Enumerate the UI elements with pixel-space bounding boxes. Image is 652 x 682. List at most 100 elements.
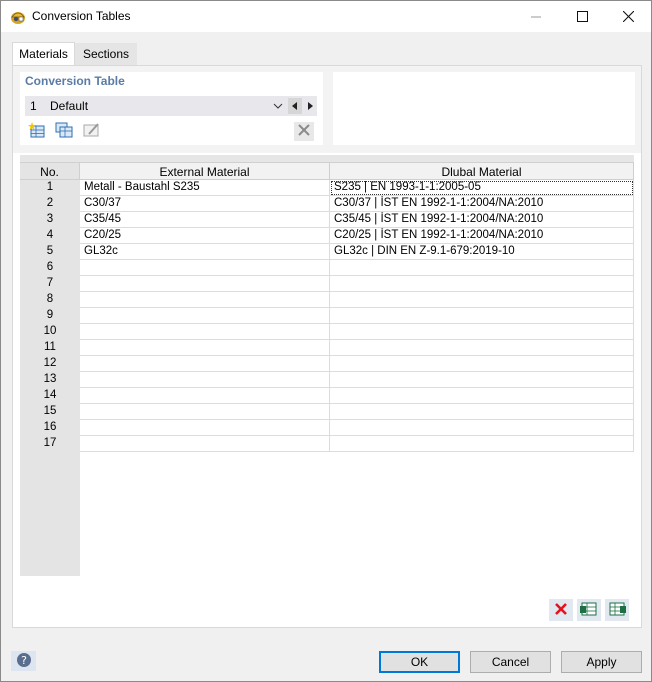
row-number: 14: [20, 388, 80, 404]
header-dlubal-material[interactable]: Dlubal Material: [330, 163, 634, 180]
table-row[interactable]: 11: [20, 340, 634, 356]
delete-rows-button[interactable]: [549, 599, 573, 621]
header-external-material[interactable]: External Material: [80, 163, 330, 180]
table-row[interactable]: 1 Metall - Baustahl S235 S235 | EN 1993-1-…: [20, 180, 634, 196]
row-number: 3: [20, 212, 80, 228]
row-number: 2: [20, 196, 80, 212]
external-material-cell[interactable]: [80, 276, 330, 292]
minimize-button[interactable]: [513, 1, 559, 32]
table-row[interactable]: 2 C30/37 C30/37 | ÍST EN 1992-1-1:2004/NA:…: [20, 196, 634, 212]
grid-top-bar: [20, 155, 634, 163]
dlubal-material-cell[interactable]: [330, 356, 634, 372]
dlubal-material-cell[interactable]: [330, 404, 634, 420]
cancel-button[interactable]: Cancel: [470, 651, 551, 673]
external-material-cell[interactable]: [80, 436, 330, 452]
import-excel-button[interactable]: [577, 599, 601, 621]
external-material-cell[interactable]: [80, 356, 330, 372]
window-title: Conversion Tables: [32, 9, 131, 23]
external-material-cell[interactable]: [80, 420, 330, 436]
row-number: 7: [20, 276, 80, 292]
external-material-cell[interactable]: [80, 308, 330, 324]
external-material-cell[interactable]: [80, 372, 330, 388]
table-row[interactable]: 12: [20, 356, 634, 372]
dlubal-material-cell[interactable]: C35/45 | ÍST EN 1992-1-1:2004/NA:2010: [330, 212, 634, 228]
row-number: 11: [20, 340, 80, 356]
table-row[interactable]: 6: [20, 260, 634, 276]
export-excel-button[interactable]: [605, 599, 629, 621]
rfem-helmet-icon: [10, 8, 26, 25]
external-material-cell[interactable]: C30/37: [80, 196, 330, 212]
table-row[interactable]: 7: [20, 276, 634, 292]
new-table-icon: [28, 122, 46, 141]
dlubal-material-cell[interactable]: [330, 260, 634, 276]
tab-sections[interactable]: Sections: [75, 43, 137, 65]
ok-button[interactable]: OK: [379, 651, 460, 673]
dlubal-material-cell[interactable]: [330, 388, 634, 404]
materials-panel: Conversion Table 1 Default No. External …: [12, 65, 642, 628]
help-icon: ?: [16, 652, 32, 671]
help-button[interactable]: ?: [11, 651, 36, 671]
row-number: 6: [20, 260, 80, 276]
apply-button[interactable]: Apply: [561, 651, 642, 673]
dlubal-material-cell[interactable]: C30/37 | ÍST EN 1992-1-1:2004/NA:2010: [330, 196, 634, 212]
dlubal-material-cell[interactable]: C20/25 | ÍST EN 1992-1-1:2004/NA:2010: [330, 228, 634, 244]
chevron-down-icon[interactable]: [271, 99, 285, 113]
dlubal-material-cell[interactable]: GL32c | DIN EN Z-9.1-679:2019-10: [330, 244, 634, 260]
next-table-button[interactable]: [303, 98, 317, 114]
table-row[interactable]: 14: [20, 388, 634, 404]
external-material-cell[interactable]: [80, 324, 330, 340]
external-material-cell[interactable]: [80, 388, 330, 404]
import-excel-icon: [580, 601, 598, 620]
row-number: 10: [20, 324, 80, 340]
table-row[interactable]: 5 GL32c GL32c | DIN EN Z-9.1-679:2019-10: [20, 244, 634, 260]
external-material-cell[interactable]: C20/25: [80, 228, 330, 244]
external-material-cell[interactable]: Metall - Baustahl S235: [80, 180, 330, 196]
preview-area: [333, 72, 635, 145]
dlubal-material-cell[interactable]: [330, 420, 634, 436]
tab-materials[interactable]: Materials: [12, 42, 75, 67]
table-row[interactable]: 9: [20, 308, 634, 324]
table-row[interactable]: 16: [20, 420, 634, 436]
new-table-button[interactable]: [27, 122, 47, 141]
external-material-cell[interactable]: C35/45: [80, 212, 330, 228]
external-material-cell[interactable]: [80, 340, 330, 356]
external-material-cell[interactable]: GL32c: [80, 244, 330, 260]
table-row[interactable]: 13: [20, 372, 634, 388]
dlubal-material-cell[interactable]: [330, 292, 634, 308]
table-row[interactable]: 10: [20, 324, 634, 340]
row-number: 17: [20, 436, 80, 452]
row-number: 16: [20, 420, 80, 436]
external-material-cell[interactable]: [80, 260, 330, 276]
maximize-button[interactable]: [559, 1, 605, 32]
table-row[interactable]: 3 C35/45 C35/45 | ÍST EN 1992-1-1:2004/NA:…: [20, 212, 634, 228]
conversion-table-group: Conversion Table 1 Default: [20, 72, 323, 145]
external-material-cell[interactable]: [80, 404, 330, 420]
delete-icon: [298, 124, 310, 139]
dlubal-material-cell[interactable]: [330, 276, 634, 292]
row-number: 15: [20, 404, 80, 420]
rename-table-button[interactable]: [82, 122, 102, 141]
dlubal-material-cell[interactable]: [330, 436, 634, 452]
select-value: Default: [50, 99, 89, 113]
conversion-tables-dialog: Conversion Tables Materials Sections Con…: [0, 0, 652, 682]
close-button[interactable]: [605, 1, 651, 32]
dlubal-material-cell[interactable]: [330, 340, 634, 356]
svg-text:?: ?: [21, 654, 27, 667]
table-row[interactable]: 8: [20, 292, 634, 308]
copy-table-button[interactable]: [54, 122, 74, 141]
dlubal-material-cell[interactable]: [330, 308, 634, 324]
dlubal-material-cell[interactable]: [330, 372, 634, 388]
table-row[interactable]: 17: [20, 436, 634, 452]
table-row[interactable]: 4 C20/25 C20/25 | ÍST EN 1992-1-1:2004/NA:…: [20, 228, 634, 244]
dlubal-material-cell[interactable]: S235 | EN 1993-1-1:2005-05: [330, 180, 634, 196]
conversion-table-select[interactable]: 1 Default: [25, 96, 317, 116]
previous-table-button[interactable]: [288, 98, 302, 114]
export-excel-icon: [608, 601, 626, 620]
external-material-cell[interactable]: [80, 292, 330, 308]
rename-table-icon: [83, 122, 101, 141]
copy-table-icon: [55, 122, 73, 141]
row-number: 8: [20, 292, 80, 308]
table-row[interactable]: 15: [20, 404, 634, 420]
dlubal-material-cell[interactable]: [330, 324, 634, 340]
delete-table-button[interactable]: [294, 122, 314, 141]
